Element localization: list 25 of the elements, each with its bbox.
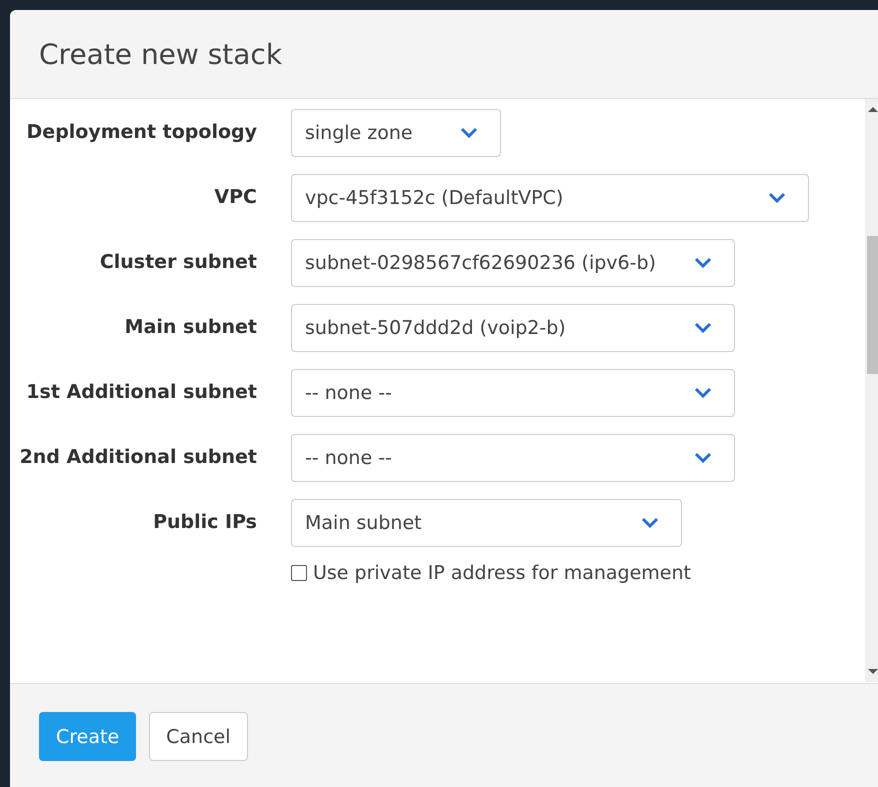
checkbox-label[interactable]: Use private IP address for management [313,562,691,584]
field-label: VPC [213,185,257,210]
chevron-down-icon [460,127,478,139]
select-field[interactable]: vpc-45f3152c (DefaultVPC) [291,174,809,222]
checkbox[interactable] [291,565,307,581]
chevron-down-icon [694,257,712,269]
select-field[interactable]: subnet-0298567cf62690236 (ipv6-b) [291,239,735,287]
field-label: Main subnet [124,315,257,340]
select-field[interactable]: -- none -- [291,434,735,482]
select-field[interactable]: Main subnet [291,499,682,547]
select-field[interactable]: subnet-507ddd2d (voip2-b) [291,304,735,352]
chevron-down-icon [694,387,712,399]
chevron-down-icon [694,452,712,464]
chevron-down-icon [694,322,712,334]
field-label: Cluster subnet [98,250,257,275]
field-label: Deployment topology [26,120,257,145]
chevron-down-icon [768,192,786,204]
chevron-down-icon [641,517,659,529]
dialog-title: Create new stack [39,38,282,70]
cancel-button[interactable]: Cancel [149,712,248,761]
select-field[interactable]: -- none -- [291,369,735,417]
field-label: 2nd Additional subnet [18,445,257,470]
field-label: Public IPs [152,510,257,535]
field-label: 1st Additional subnet [25,380,257,405]
select-field[interactable]: single zone [291,109,501,157]
